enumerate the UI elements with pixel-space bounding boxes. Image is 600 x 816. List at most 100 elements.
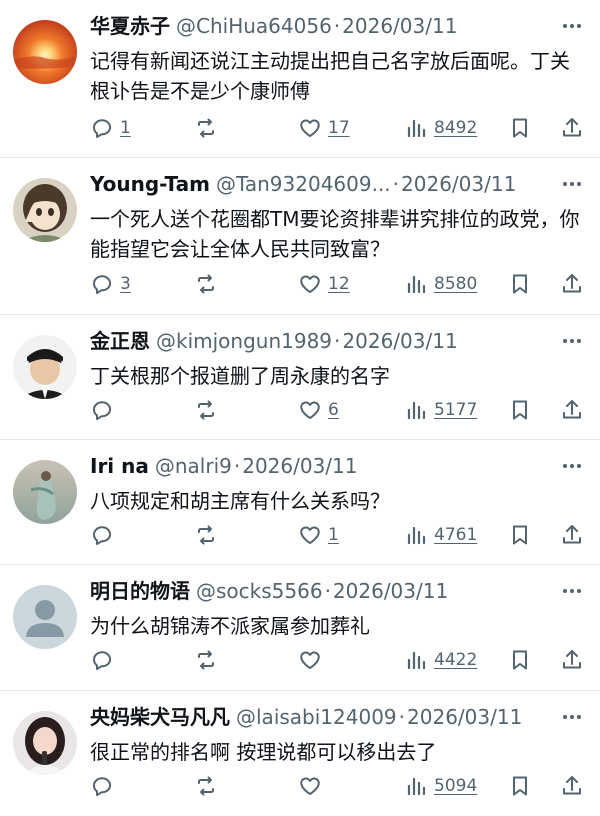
user-handle[interactable]: @socks5566 — [196, 571, 323, 611]
avatar[interactable] — [13, 585, 77, 649]
bookmark-icon — [513, 400, 527, 420]
share-icon — [563, 776, 581, 795]
views-count: 5094 — [434, 776, 478, 796]
bookmark-icon — [513, 525, 527, 545]
bookmark-button[interactable] — [508, 770, 532, 802]
action-bar: 5094 — [90, 770, 584, 802]
more-options-icon[interactable] — [560, 331, 584, 351]
like-count: 1 — [328, 525, 339, 545]
user-handle[interactable]: @ChiHua64056 — [176, 6, 332, 46]
views-chart-icon — [407, 777, 426, 796]
views-button[interactable]: 8580 — [404, 268, 477, 300]
default-avatar-image — [13, 585, 77, 649]
tweet[interactable]: Iri na @nalri9 · 2026/03/11 八项规定和胡主席有什么关… — [0, 440, 600, 565]
more-options-icon[interactable] — [560, 16, 584, 36]
views-button[interactable]: 4761 — [404, 519, 477, 551]
tweet-content: Iri na @nalri9 · 2026/03/11 八项规定和胡主席有什么关… — [90, 446, 584, 516]
more-options-icon[interactable] — [560, 707, 584, 727]
more-options-icon[interactable] — [560, 174, 584, 194]
display-name[interactable]: Iri na — [90, 446, 149, 486]
share-button[interactable] — [560, 770, 584, 802]
display-name[interactable]: 金正恩 — [90, 321, 150, 361]
reply-button[interactable] — [90, 644, 120, 676]
anime-avatar-image — [13, 178, 77, 242]
action-bar: 3 12 8580 — [90, 268, 584, 300]
tweet[interactable]: 华夏赤子 @ChiHua64056 · 2026/03/11 记得有新闻还说江主… — [0, 0, 600, 158]
like-button[interactable]: 17 — [298, 112, 350, 144]
like-button[interactable]: 6 — [298, 394, 339, 426]
avatar[interactable] — [13, 711, 77, 775]
heart-icon — [300, 651, 320, 669]
tweet-date[interactable]: 2026/03/11 — [401, 164, 516, 204]
tweet-date[interactable]: 2026/03/11 — [242, 446, 357, 486]
like-button[interactable] — [298, 644, 328, 676]
bookmark-button[interactable] — [508, 519, 532, 551]
user-handle[interactable]: @nalri9 — [155, 446, 232, 486]
reply-button[interactable]: 3 — [90, 268, 131, 300]
views-chart-icon — [407, 119, 426, 138]
tweet-header: Iri na @nalri9 · 2026/03/11 — [90, 446, 584, 486]
avatar[interactable] — [13, 460, 77, 524]
like-count: 17 — [328, 118, 350, 138]
tweet-date[interactable]: 2026/03/11 — [342, 321, 457, 361]
retweet-button[interactable] — [194, 394, 218, 426]
retweet-button[interactable] — [194, 770, 218, 802]
reply-count: 3 — [120, 274, 131, 294]
tweet[interactable]: 金正恩 @kimjongun1989 · 2026/03/11 丁关根那个报道删… — [0, 315, 600, 440]
views-button[interactable]: 8492 — [404, 112, 477, 144]
views-button[interactable]: 5094 — [404, 770, 477, 802]
retweet-icon — [198, 650, 214, 670]
user-handle[interactable]: @kimjongun1989 — [156, 321, 332, 361]
bookmark-icon — [513, 274, 527, 294]
avatar[interactable] — [13, 335, 77, 399]
avatar[interactable] — [13, 20, 77, 84]
views-count: 5177 — [434, 400, 478, 420]
views-count: 8580 — [434, 274, 478, 294]
tweet-date[interactable]: 2026/03/11 — [333, 571, 448, 611]
display-name[interactable]: 央妈柴犬马凡凡 — [90, 697, 230, 737]
reply-button[interactable] — [90, 519, 120, 551]
retweet-button[interactable] — [194, 268, 218, 300]
avatar[interactable] — [13, 178, 77, 242]
share-button[interactable] — [560, 394, 584, 426]
like-button[interactable] — [298, 770, 328, 802]
reply-button[interactable] — [90, 394, 120, 426]
bookmark-button[interactable] — [508, 644, 532, 676]
retweet-button[interactable] — [194, 644, 218, 676]
share-button[interactable] — [560, 644, 584, 676]
views-chart-icon — [407, 651, 426, 670]
like-button[interactable]: 12 — [298, 268, 350, 300]
views-chart-icon — [407, 275, 426, 294]
share-button[interactable] — [560, 519, 584, 551]
share-button[interactable] — [560, 268, 584, 300]
retweet-button[interactable] — [194, 112, 218, 144]
user-handle[interactable]: @Tan93204609... — [216, 164, 391, 204]
tweet[interactable]: 央妈柴犬马凡凡 @laisabi124009 · 2026/03/11 很正常的… — [0, 691, 600, 816]
tweet-date[interactable]: 2026/03/11 — [407, 697, 522, 737]
retweet-button[interactable] — [194, 519, 218, 551]
display-name[interactable]: Young-Tam — [90, 164, 210, 204]
tweet-text: 为什么胡锦涛不派家属参加葬礼 — [90, 614, 370, 638]
tweet[interactable]: 明日的物语 @socks5566 · 2026/03/11 为什么胡锦涛不派家属… — [0, 565, 600, 691]
tweet[interactable]: Young-Tam @Tan93204609... · 2026/03/11 一… — [0, 158, 600, 315]
reply-icon — [93, 401, 112, 420]
reply-button[interactable]: 1 — [90, 112, 131, 144]
views-button[interactable]: 5177 — [404, 394, 477, 426]
bookmark-button[interactable] — [508, 394, 532, 426]
retweet-icon — [198, 776, 214, 796]
display-name[interactable]: 明日的物语 — [90, 571, 190, 611]
bookmark-button[interactable] — [508, 268, 532, 300]
tweet-header: 华夏赤子 @ChiHua64056 · 2026/03/11 — [90, 6, 584, 46]
tweet-date[interactable]: 2026/03/11 — [342, 6, 457, 46]
more-options-icon[interactable] — [560, 581, 584, 601]
views-count: 8492 — [434, 118, 478, 138]
bookmark-button[interactable] — [508, 112, 532, 144]
share-button[interactable] — [560, 112, 584, 144]
bookmark-icon — [513, 118, 527, 138]
more-options-icon[interactable] — [560, 456, 584, 476]
like-button[interactable]: 1 — [298, 519, 339, 551]
user-handle[interactable]: @laisabi124009 — [236, 697, 397, 737]
display-name[interactable]: 华夏赤子 — [90, 6, 170, 46]
views-button[interactable]: 4422 — [404, 644, 477, 676]
reply-button[interactable] — [90, 770, 120, 802]
